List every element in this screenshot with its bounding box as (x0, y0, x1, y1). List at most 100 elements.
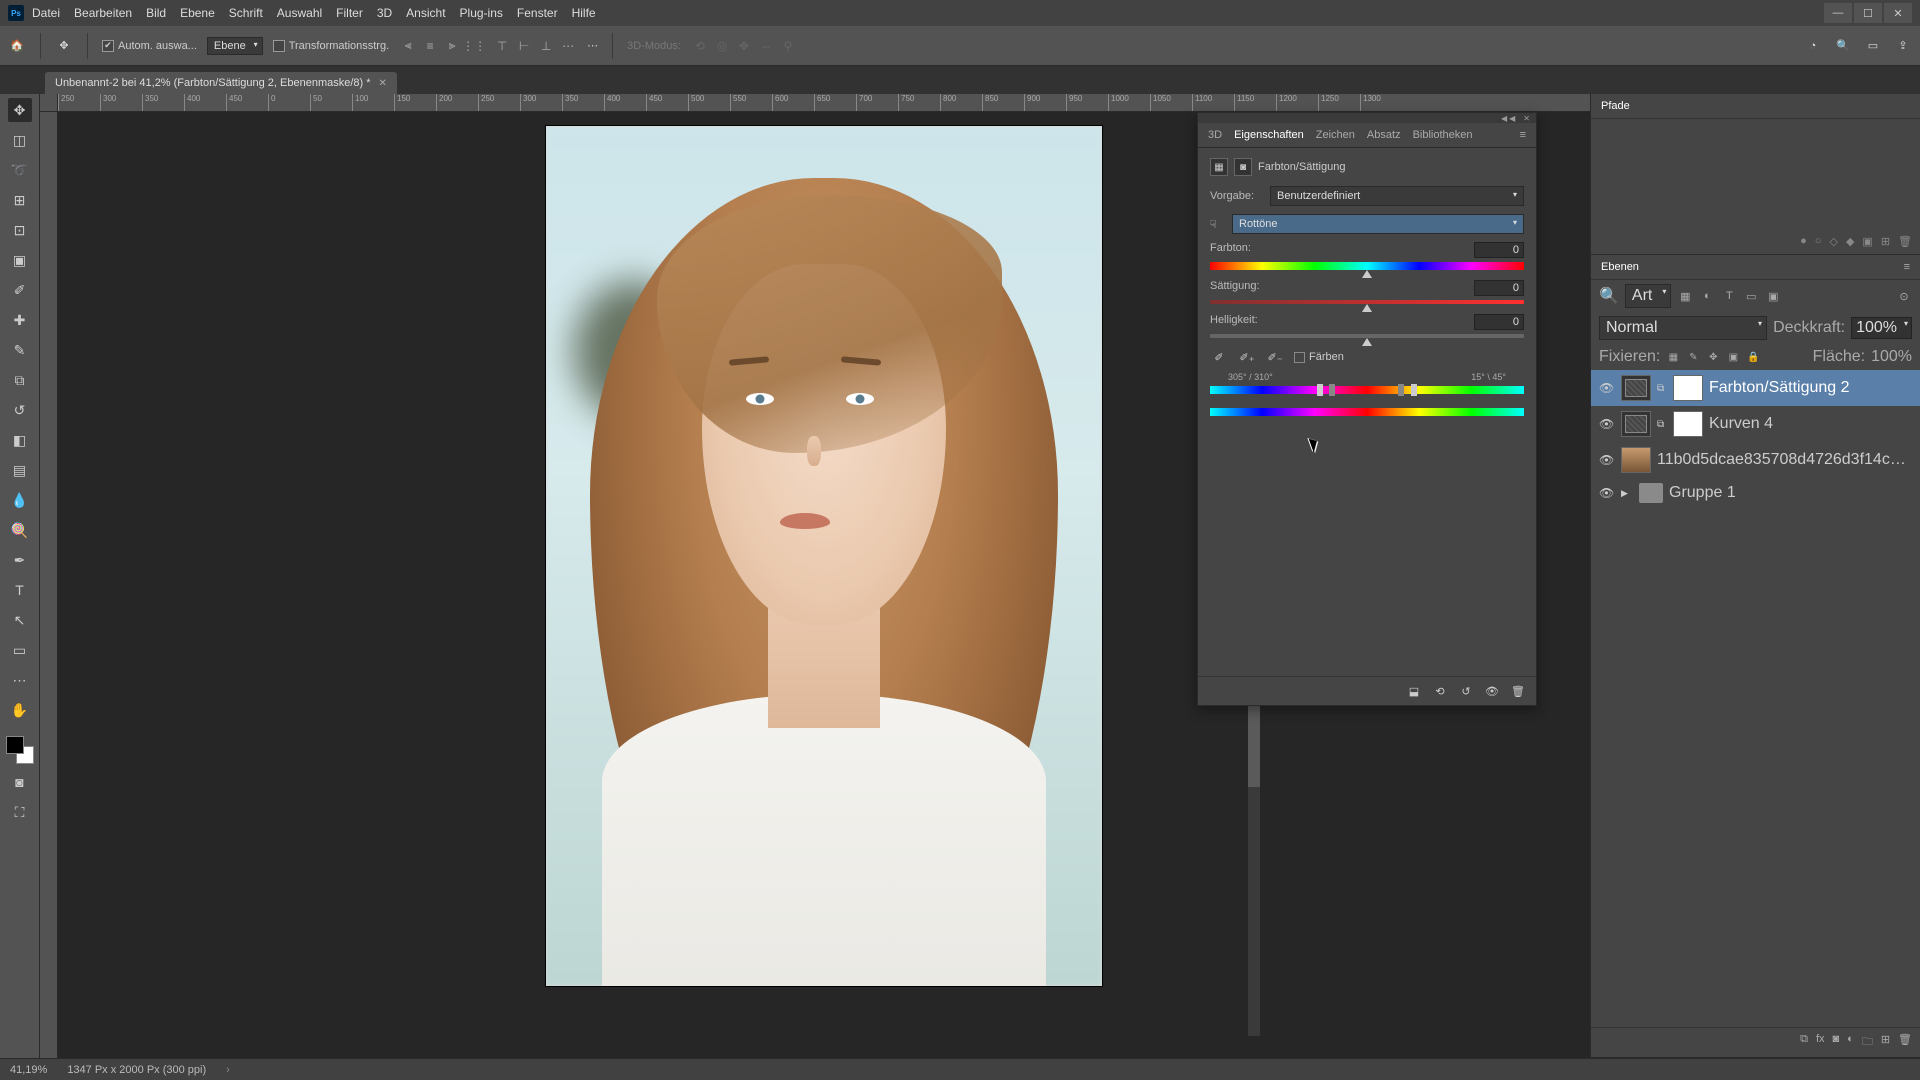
add-mask-icon[interactable]: ◙ (1833, 1033, 1840, 1052)
cloud-docs-icon[interactable]: ◔ (1804, 37, 1822, 55)
previous-state-icon[interactable]: ⟲ (1432, 683, 1448, 699)
tab-3d[interactable]: 3D (1208, 129, 1222, 141)
layer-row[interactable]: 👁 ▶ Gruppe 1 (1591, 478, 1920, 508)
more-align-icon[interactable]: ⋯ (587, 39, 598, 52)
tab-zeichen[interactable]: Zeichen (1316, 129, 1355, 141)
menu-hilfe[interactable]: Hilfe (572, 6, 596, 20)
home-icon[interactable]: 🏠 (8, 37, 26, 55)
filter-smart-icon[interactable]: ▣ (1765, 288, 1781, 304)
layer-name[interactable]: Kurven 4 (1709, 415, 1912, 433)
add-adjustment-icon[interactable]: ◐ (1847, 1033, 1854, 1052)
channel-dropdown[interactable]: Rottöne (1232, 214, 1524, 234)
delete-path-icon[interactable]: 🗑 (1898, 235, 1912, 248)
reset-icon[interactable]: ↺ (1458, 683, 1474, 699)
blend-mode-dropdown[interactable]: Normal (1599, 316, 1767, 340)
layer-thumb-mask[interactable] (1673, 411, 1703, 437)
hand-scrubber-icon[interactable]: ☟ (1210, 218, 1232, 231)
marquee-tool[interactable]: ◫ (8, 128, 32, 152)
filter-type-icon[interactable]: T (1721, 288, 1737, 304)
fill-input[interactable]: 100% (1871, 348, 1912, 366)
menu-ebene[interactable]: Ebene (180, 6, 215, 20)
object-select-tool[interactable]: ⊞ (8, 188, 32, 212)
clone-tool[interactable]: ⧉ (8, 368, 32, 392)
move-tool[interactable]: ✥ (8, 98, 32, 122)
brush-tool[interactable]: ✎ (8, 338, 32, 362)
menu-fenster[interactable]: Fenster (517, 6, 558, 20)
auto-select-checkbox[interactable]: ✔ Autom. auswa... (102, 40, 197, 52)
share-icon[interactable]: ⇪ (1894, 37, 1912, 55)
workspace-icon[interactable]: ▭ (1864, 37, 1882, 55)
layer-thumb-image[interactable] (1621, 447, 1651, 473)
eyedropper-tool[interactable]: ✐ (8, 278, 32, 302)
history-brush-tool[interactable]: ↺ (8, 398, 32, 422)
menu-3d[interactable]: 3D (377, 6, 392, 20)
lasso-tool[interactable]: ➰ (8, 158, 32, 182)
status-chevron-icon[interactable]: › (226, 1064, 230, 1076)
new-group-icon[interactable]: 🗀 (1862, 1033, 1873, 1052)
transform-controls-checkbox[interactable]: Transformationsstrg. (273, 40, 389, 52)
quickmask-tool[interactable]: ◙ (8, 770, 32, 794)
layer-fx-icon[interactable]: fx (1816, 1033, 1825, 1052)
panel-grip[interactable]: ◀◀ ✕ (1198, 113, 1536, 123)
menu-bild[interactable]: Bild (146, 6, 166, 20)
selection-from-path-icon[interactable]: ◇ (1829, 235, 1837, 248)
lock-brush-icon[interactable]: ✎ (1686, 350, 1700, 364)
tab-absatz[interactable]: Absatz (1367, 129, 1401, 141)
menu-bearbeiten[interactable]: Bearbeiten (74, 6, 132, 20)
panel-menu-icon[interactable]: ≡ (1520, 129, 1526, 141)
menu-plugins[interactable]: Plug-ins (460, 6, 503, 20)
filter-pixel-icon[interactable]: ▦ (1677, 288, 1693, 304)
distribute-h-icon[interactable]: ⋮⋮ (465, 37, 483, 55)
filter-toggle-icon[interactable]: ⊙ (1896, 288, 1912, 304)
tab-eigenschaften[interactable]: Eigenschaften (1234, 129, 1304, 141)
layer-thumb-adjustment[interactable] (1621, 411, 1651, 437)
menu-datei[interactable]: Datei (32, 6, 60, 20)
zoom-display[interactable]: 41,19% (10, 1064, 47, 1076)
color-swatches[interactable] (6, 736, 34, 764)
preview-toggle-icon[interactable]: 👁 (1484, 683, 1500, 699)
lock-artboard-icon[interactable]: ▣ (1726, 350, 1740, 364)
hue-value-input[interactable]: 0 (1474, 242, 1524, 258)
preset-dropdown[interactable]: Benutzerdefiniert (1270, 186, 1524, 206)
fill-path-icon[interactable]: ● (1800, 235, 1807, 248)
lightness-value-input[interactable]: 0 (1474, 314, 1524, 330)
collapse-icon[interactable]: ◀◀ (1501, 114, 1517, 123)
menu-filter[interactable]: Filter (336, 6, 363, 20)
gradient-tool[interactable]: ▤ (8, 458, 32, 482)
new-layer-icon[interactable]: ⊞ (1881, 1033, 1890, 1052)
visibility-icon[interactable]: 👁 (1599, 453, 1615, 467)
document-tab[interactable]: Unbenannt-2 bei 41,2% (Farbton/Sättigung… (45, 72, 397, 94)
path-select-tool[interactable]: ↖ (8, 608, 32, 632)
add-mask-path-icon[interactable]: ▣ (1862, 235, 1872, 248)
visibility-icon[interactable]: 👁 (1599, 381, 1615, 395)
healing-tool[interactable]: ✚ (8, 308, 32, 332)
align-vcenter-icon[interactable]: ⊢ (515, 37, 533, 55)
folder-icon[interactable] (1639, 483, 1663, 503)
clip-to-layer-icon[interactable]: ⬓ (1406, 683, 1422, 699)
maximize-button[interactable]: ☐ (1854, 3, 1882, 23)
eyedropper-set-icon[interactable]: ✐ (1210, 348, 1228, 366)
layer-row[interactable]: 👁 11b0d5dcae835708d4726d3f14ca4c7 (1591, 442, 1920, 478)
dodge-tool[interactable]: 🍭 (8, 518, 32, 542)
eyedropper-subtract-icon[interactable]: ✐₋ (1266, 348, 1284, 366)
align-hcenter-icon[interactable]: ≡ (421, 37, 439, 55)
layer-filter-dropdown[interactable]: Art (1625, 284, 1671, 308)
delete-adjustment-icon[interactable]: 🗑 (1510, 683, 1526, 699)
layer-thumb-mask[interactable] (1673, 375, 1703, 401)
blur-tool[interactable]: 💧 (8, 488, 32, 512)
saturation-value-input[interactable]: 0 (1474, 280, 1524, 296)
auto-select-target-dropdown[interactable]: Ebene (207, 37, 263, 55)
hue-slider[interactable] (1210, 262, 1524, 270)
pen-tool[interactable]: ✒ (8, 548, 32, 572)
tab-ebenen[interactable]: Ebenen (1601, 261, 1639, 273)
close-panel-icon[interactable]: ✕ (1523, 114, 1532, 123)
menu-auswahl[interactable]: Auswahl (277, 6, 322, 20)
filter-adjust-icon[interactable]: ◐ (1699, 288, 1715, 304)
foreground-swatch[interactable] (6, 736, 24, 754)
distribute-v-icon[interactable]: ⋯ (559, 37, 577, 55)
align-left-icon[interactable]: ⫷ (399, 37, 417, 55)
link-layers-icon[interactable]: ⧉ (1800, 1033, 1808, 1052)
minimize-button[interactable]: — (1824, 3, 1852, 23)
layer-name[interactable]: Farbton/Sättigung 2 (1709, 379, 1912, 397)
filter-search-icon[interactable]: 🔍 (1599, 286, 1619, 306)
